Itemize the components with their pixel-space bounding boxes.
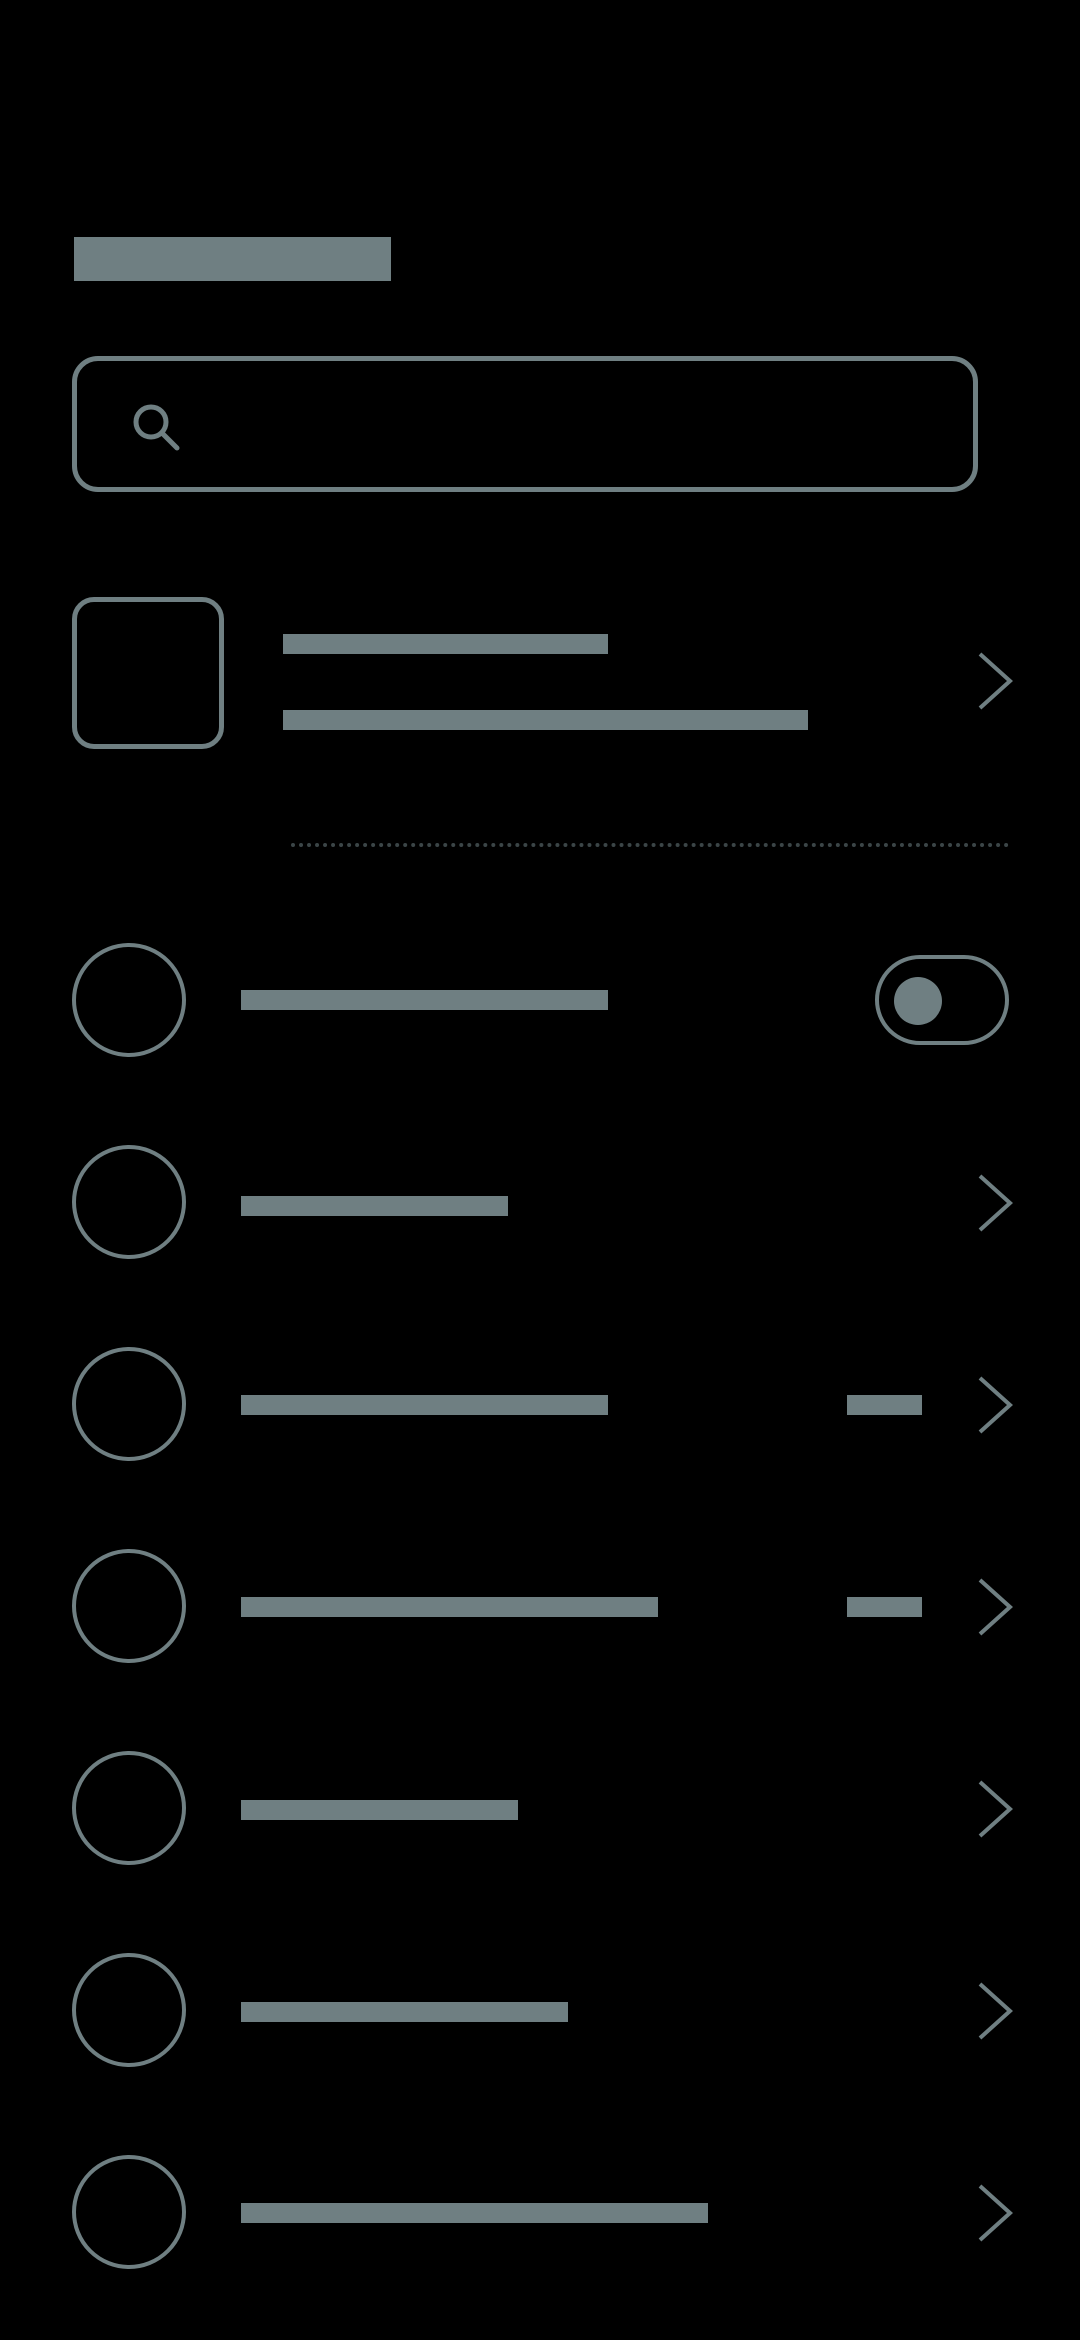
settings-item-label [241, 2203, 708, 2223]
settings-item-label [241, 1597, 658, 1617]
search-icon [133, 404, 180, 451]
profile-name [283, 634, 608, 654]
chevron-right-icon [978, 1174, 1013, 1232]
settings-item-label [241, 1800, 518, 1820]
circle-icon [72, 2155, 186, 2269]
settings-item-label [241, 1395, 608, 1415]
chevron-right-icon [978, 652, 1013, 710]
circle-icon [72, 943, 186, 1057]
chevron-right-icon [978, 1578, 1013, 1636]
circle-icon [72, 1145, 186, 1259]
circle-icon [72, 1953, 186, 2067]
chevron-right-icon [978, 1376, 1013, 1434]
profile-subtitle [283, 710, 808, 730]
chevron-right-icon [978, 1780, 1013, 1838]
avatar [72, 597, 224, 749]
circle-icon [72, 1549, 186, 1663]
circle-icon [72, 1347, 186, 1461]
toggle-knob [894, 977, 942, 1025]
settings-item-label [241, 990, 608, 1010]
settings-item-label [241, 1196, 508, 1216]
settings-item-value [847, 1597, 922, 1617]
settings-item-value [847, 1395, 922, 1415]
search-input[interactable] [72, 356, 978, 492]
circle-icon [72, 1751, 186, 1865]
divider [291, 843, 1009, 847]
settings-item-label [241, 2002, 568, 2022]
chevron-right-icon [978, 2184, 1013, 2242]
page-title [74, 237, 391, 281]
toggle-switch[interactable] [875, 955, 1009, 1045]
chevron-right-icon [978, 1982, 1013, 2040]
